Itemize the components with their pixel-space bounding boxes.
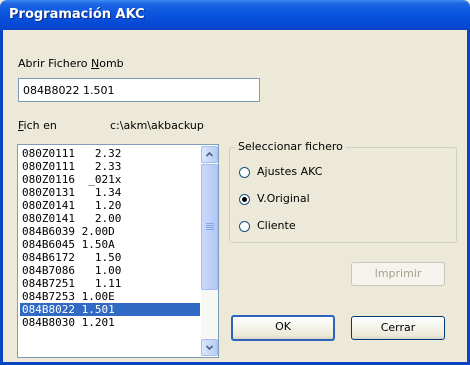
scroll-up-button[interactable]: [201, 146, 218, 163]
ok-button[interactable]: OK: [231, 315, 335, 341]
thumb-grip: [206, 227, 214, 228]
vertical-scrollbar[interactable]: [201, 146, 218, 356]
scroll-thumb[interactable]: [201, 164, 218, 290]
path-label: Fich en: [18, 119, 57, 132]
radio-v-original[interactable]: [239, 194, 250, 205]
chevron-up-icon: [206, 151, 213, 157]
radio-label-ajustes-akc[interactable]: Ajustes AKC: [257, 165, 322, 178]
radio-label-v-original[interactable]: V.Original: [257, 192, 310, 205]
radio-dot: [242, 197, 247, 202]
thumb-grip: [206, 223, 214, 224]
list-item[interactable]: 084B8030 1.201: [20, 316, 200, 329]
list-item[interactable]: 080Z0111 2.32: [20, 147, 200, 160]
file-name-label: Abrir Fichero Nomb: [18, 57, 124, 70]
radio-cliente[interactable]: [239, 221, 250, 232]
select-file-legend: Seleccionar fichero: [235, 140, 346, 153]
list-item[interactable]: 080Z0141 2.00: [20, 212, 200, 225]
list-item[interactable]: 084B6172 1.50: [20, 251, 200, 264]
thumb-grip: [206, 225, 214, 226]
list-item[interactable]: 084B7253 1.00E: [20, 290, 200, 303]
window-title: Programación AKC: [9, 7, 145, 22]
chevron-down-icon: [206, 345, 213, 351]
list-item[interactable]: 084B6039 2.00D: [20, 225, 200, 238]
list-item[interactable]: 080Z0141 1.20: [20, 199, 200, 212]
path-value: c:\akm\akbackup: [110, 119, 204, 132]
print-button[interactable]: Imprimir: [351, 262, 445, 286]
list-item[interactable]: 084B6045 1.50A: [20, 238, 200, 251]
radio-ajustes-akc[interactable]: [239, 167, 250, 178]
list-item[interactable]: 080Z0131 1.34: [20, 186, 200, 199]
file-listbox[interactable]: 080Z0111 2.32 080Z0111 2.33 080Z0116 _021x…: [17, 144, 219, 358]
window-frame-left: [0, 30, 3, 365]
close-button[interactable]: Cerrar: [351, 316, 445, 340]
radio-label-cliente[interactable]: Cliente: [257, 219, 296, 232]
title-bar: Programación AKC: [0, 0, 470, 30]
list-item[interactable]: 080Z0116 _021x: [20, 173, 200, 186]
list-item[interactable]: 084B7086 1.00: [20, 264, 200, 277]
file-name-input[interactable]: 084B8022 1.501: [18, 78, 260, 102]
list-item[interactable]: 084B7251 1.11: [20, 277, 200, 290]
scroll-down-button[interactable]: [201, 339, 218, 356]
list-item[interactable]: 084B8022 1.501: [20, 303, 200, 316]
thumb-grip: [206, 229, 214, 230]
list-item[interactable]: 080Z0111 2.33: [20, 160, 200, 173]
